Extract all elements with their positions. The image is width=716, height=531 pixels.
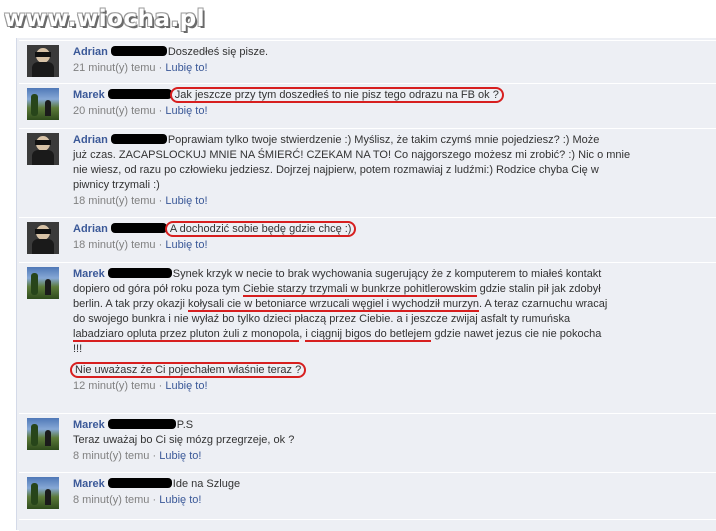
site-header: www.wiocha.pl: [0, 0, 716, 38]
comment-text-segment: . A teraz czarnuchu wracaj: [478, 298, 608, 310]
like-link[interactable]: Lubię to!: [159, 494, 201, 506]
underlined-phrase: i ciągnij bigos do betlejem: [305, 328, 432, 342]
timestamp[interactable]: 8 minut(y) temu: [73, 494, 149, 506]
comment-text: Doszedłeś się pisze.: [167, 46, 269, 58]
comment: Adrian Doszedłeś się pisze. 21 minut(y) t…: [19, 40, 716, 84]
site-logo: www.wiocha.pl: [4, 6, 206, 32]
comment: Marek P.S Teraz uważaj bo Ci się mózg prz…: [19, 413, 716, 473]
like-link[interactable]: Lubię to!: [165, 105, 207, 117]
author-name[interactable]: Marek: [73, 89, 105, 101]
highlighted-question: Nie uważasz że Ci pojechałem właśnie ter…: [70, 362, 307, 378]
comment-text-segment: berlin. A tak przy okazji: [73, 298, 188, 310]
author-name[interactable]: Adrian: [73, 134, 108, 146]
avatar[interactable]: [27, 267, 59, 299]
comment-text-line: nie wiesz, od razu po człowieku jedziesz…: [73, 164, 599, 176]
comment-text-line: Teraz uważaj bo Ci się mózg przegrzeje, …: [73, 434, 295, 446]
author-name[interactable]: Marek: [73, 419, 105, 431]
comment-meta: 21 minut(y) temu · Lubię to!: [73, 61, 653, 76]
timestamp[interactable]: 18 minut(y) temu: [73, 239, 156, 251]
comment-meta: 20 minut(y) temu · Lubię to!: [73, 104, 653, 119]
avatar[interactable]: [27, 133, 59, 165]
redaction-bar: [110, 223, 167, 233]
comment: Adrian Poprawiam tylko twoje stwierdzenie…: [19, 128, 716, 218]
avatar[interactable]: [27, 45, 59, 77]
timestamp[interactable]: 8 minut(y) temu: [73, 450, 149, 462]
separator: ·: [158, 195, 163, 207]
redaction-bar: [107, 268, 172, 278]
timestamp[interactable]: 12 minut(y) temu: [73, 380, 156, 392]
timestamp[interactable]: 18 minut(y) temu: [73, 195, 156, 207]
separator: ·: [158, 105, 163, 117]
author-name[interactable]: Adrian: [73, 46, 108, 58]
avatar[interactable]: [27, 222, 59, 254]
comment-partial: [19, 519, 716, 531]
avatar[interactable]: [27, 418, 59, 450]
like-link[interactable]: Lubię to!: [165, 239, 207, 251]
comment-text-line: piwnicy trzymali :): [73, 179, 160, 191]
comment: Marek Synek krzyk w necie to brak wychowa…: [19, 262, 716, 414]
comment: Marek Ide na Szluge 8 minut(y) temu · Lub…: [19, 472, 716, 520]
like-link[interactable]: Lubię to!: [165, 380, 207, 392]
redaction-bar: [107, 478, 172, 488]
comment-meta: 8 minut(y) temu · Lubię to!: [73, 449, 653, 464]
comment-meta: 8 minut(y) temu · Lubię to!: [73, 493, 653, 508]
redaction-bar: [110, 134, 167, 144]
comment-meta: 18 minut(y) temu · Lubię to!: [73, 238, 653, 253]
comment-text: A dochodzić sobie będę gdzie chcę :): [164, 221, 357, 237]
comment-text: Jak jeszcze przy tym doszedłeś to nie pi…: [169, 87, 504, 103]
comment: Marek Jak jeszcze przy tym doszedłeś to n…: [19, 83, 716, 129]
comment-text-segment: gdzie stalin pił jak zdobył: [476, 283, 601, 295]
like-link[interactable]: Lubię to!: [165, 195, 207, 207]
underlined-phrase: kołysali cie w betoniarce wrzucali węgie…: [187, 298, 479, 312]
separator: ·: [152, 494, 157, 506]
separator: ·: [158, 380, 163, 392]
comment-text-line: już czas. ZACAPSLOCKUJ MNIE NA ŚMIERĆ! C…: [73, 149, 631, 161]
author-name[interactable]: Adrian: [73, 223, 108, 235]
comment: Adrian A dochodzić sobie będę gdzie chcę …: [19, 217, 716, 263]
like-link[interactable]: Lubię to!: [159, 450, 201, 462]
separator: ·: [158, 239, 163, 251]
separator: ·: [152, 450, 157, 462]
author-name[interactable]: Marek: [73, 268, 105, 280]
separator: ·: [158, 62, 163, 74]
avatar[interactable]: [27, 477, 59, 509]
comment-feed: Adrian Doszedłeś się pisze. 21 minut(y) t…: [16, 38, 716, 531]
comment-text: Ide na Szluge: [172, 478, 241, 490]
comment-text-line: Synek krzyk w necie to brak wychowania s…: [172, 268, 602, 280]
redaction-bar: [107, 89, 172, 99]
timestamp[interactable]: 20 minut(y) temu: [73, 105, 156, 117]
redaction-bar: [107, 419, 176, 429]
timestamp[interactable]: 21 minut(y) temu: [73, 62, 156, 74]
comment-text-segment: dopiero od góra pół roku poza tym: [73, 283, 243, 295]
comment-text-segment: gdzie nawet jezus cie nie pokocha: [431, 328, 602, 340]
comment-text-line: Poprawiam tylko twoje stwierdzenie :) My…: [167, 134, 600, 146]
avatar[interactable]: [27, 88, 59, 120]
comment-meta: 12 minut(y) temu · Lubię to!: [73, 379, 653, 394]
comment-text-line: do swojego bunkra i nie wyłaź bo tylko d…: [73, 313, 571, 325]
like-link[interactable]: Lubię to!: [165, 62, 207, 74]
comment-text-line: !!!: [73, 343, 83, 355]
redaction-bar: [110, 46, 167, 56]
underlined-phrase: Ciebie starzy trzymali w bunkrze pohitle…: [243, 283, 477, 297]
author-name[interactable]: Marek: [73, 478, 105, 490]
comment-meta: 18 minut(y) temu · Lubię to!: [73, 194, 653, 209]
underlined-phrase: labadziaro opluta przez pluton żuli z mo…: [73, 328, 300, 342]
comment-text-line: P.S: [176, 419, 194, 431]
